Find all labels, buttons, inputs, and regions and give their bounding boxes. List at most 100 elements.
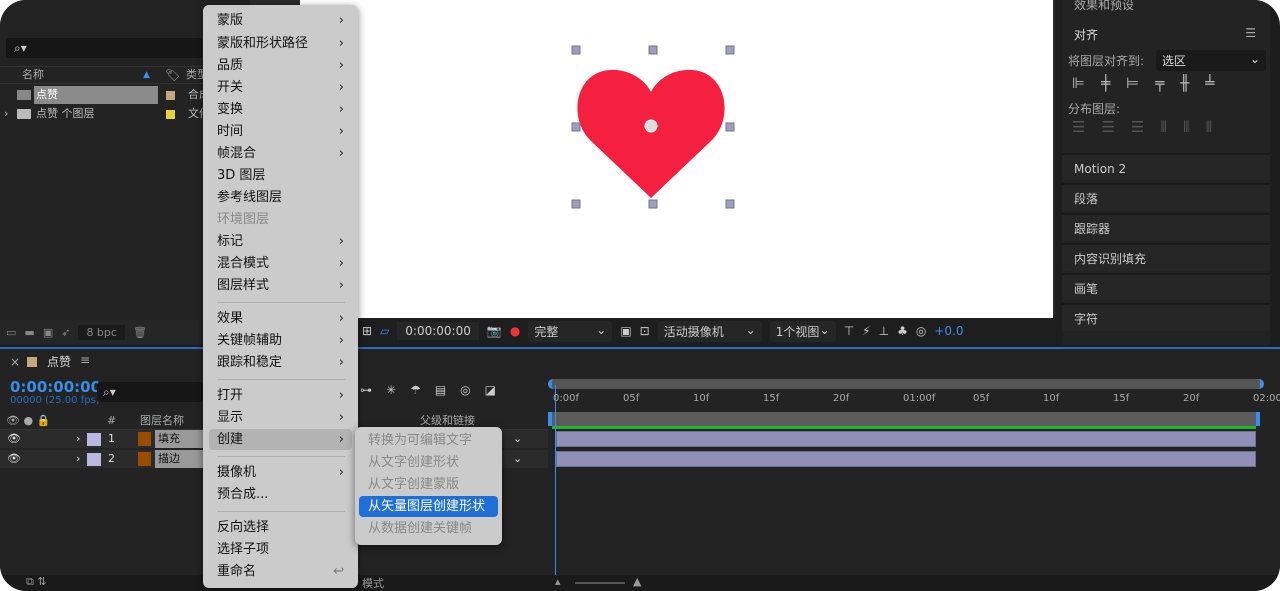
layer-name[interactable]: 填充 — [155, 430, 203, 448]
menu-item[interactable]: 混合模式 › — [209, 253, 352, 274]
menu-item[interactable]: 反向选择 — [209, 517, 352, 538]
panel-tracker[interactable]: 跟踪器 — [1062, 213, 1270, 241]
reset-exposure-icon[interactable]: ◎ — [916, 324, 926, 338]
graph-connect-icon[interactable]: ⊶ — [360, 383, 372, 397]
close-tab-icon[interactable]: × — [10, 355, 20, 369]
submenu-item[interactable]: 转换为可编辑文字 — [359, 430, 498, 451]
zoom-slider[interactable] — [575, 582, 625, 584]
render-icon[interactable]: ➶ — [61, 326, 70, 339]
distribute-top-icon[interactable]: ☰ — [1072, 118, 1085, 136]
zoom-out-icon[interactable]: ▴ — [555, 575, 561, 588]
snapshot-icon[interactable]: 📷 — [487, 324, 502, 338]
viewer-timecode[interactable]: 0:00:00:00 — [397, 322, 479, 340]
parent-dropdown-chevron[interactable]: ⌄ — [513, 430, 522, 448]
align-h-center-icon[interactable]: ╪ — [1101, 74, 1110, 92]
col-name[interactable]: 名称 — [22, 67, 44, 83]
safe-area-icon[interactable]: ⊡ — [640, 324, 650, 338]
menu-item[interactable]: 跟踪和稳定 › — [209, 352, 352, 373]
exposure-value[interactable]: +0.0 — [934, 324, 963, 338]
expand-chevron-icon[interactable]: › — [4, 105, 8, 123]
align-right-icon[interactable]: ⊨ — [1126, 74, 1139, 92]
mask-visibility-icon[interactable]: ▱ — [380, 324, 389, 338]
layer-name[interactable]: 描边 — [155, 450, 203, 468]
color-channels-icon[interactable]: ● — [510, 324, 520, 338]
heart-layer[interactable] — [300, 0, 1053, 318]
align-bottom-icon[interactable]: ╧ — [1205, 74, 1214, 92]
panel-brush[interactable]: 画笔 — [1062, 273, 1270, 301]
distribute-h-center-icon[interactable]: ⦀ — [1183, 118, 1190, 136]
panel-motion2[interactable]: Motion 2 — [1062, 153, 1270, 181]
menu-item[interactable]: 选择子项 — [209, 539, 352, 560]
timeline-search-input[interactable]: ⌕▾ — [97, 382, 203, 402]
camera-dropdown[interactable]: 活动摄像机 ⌄ — [657, 320, 762, 342]
submenu-item[interactable]: 从数据创建关键帧 — [359, 518, 498, 539]
parent-dropdown-chevron[interactable]: ⌄ — [513, 450, 522, 468]
expand-chevron-icon[interactable]: › — [76, 430, 80, 448]
menu-item[interactable]: 3D 图层 — [209, 165, 352, 186]
menu-item[interactable]: 帧混合 › — [209, 143, 352, 164]
menu-item[interactable]: 开关 › — [209, 77, 352, 98]
distribute-right-icon[interactable]: ⦀ — [1206, 118, 1213, 136]
label-swatch[interactable] — [87, 453, 101, 466]
distribute-v-center-icon[interactable]: ☰ — [1101, 118, 1114, 136]
work-area-bar[interactable] — [548, 412, 1260, 426]
distribute-left-icon[interactable]: ⦀ — [1160, 118, 1167, 136]
effects-presets-tab[interactable]: 效果和预设 — [1074, 0, 1134, 13]
layer-duration-bar[interactable] — [556, 451, 1256, 467]
flowchart-icon[interactable]: ♣ — [897, 324, 908, 338]
panel-menu-icon[interactable]: ☰ — [1245, 26, 1256, 40]
align-v-center-icon[interactable]: ╫ — [1180, 74, 1189, 92]
menu-item[interactable]: 变换 › — [209, 99, 352, 120]
submenu-item[interactable]: 从文字创建蒙版 — [359, 474, 498, 495]
motion-blur-icon[interactable]: ◎ — [460, 383, 470, 397]
toggle-modes-button[interactable]: 模式 — [362, 575, 384, 591]
align-left-icon[interactable]: ⊫ — [1072, 74, 1085, 92]
menu-item[interactable]: 时间 › — [209, 121, 352, 142]
transparency-grid-icon[interactable]: ▣ — [620, 324, 631, 338]
align-to-dropdown[interactable]: 选区 ⌄ — [1156, 50, 1266, 71]
menu-item[interactable]: 环境图层 — [209, 209, 352, 230]
col-layer-name[interactable]: 图层名称 — [140, 412, 184, 430]
resolution-dropdown[interactable]: 完整 ⌄ — [528, 320, 613, 342]
work-area-navigator[interactable] — [548, 379, 1264, 389]
draft-3d-icon[interactable]: ✳ — [386, 383, 396, 397]
project-search-input[interactable]: ⌕▾ — [6, 38, 202, 58]
graph-editor-icon[interactable]: ◪ — [485, 383, 496, 397]
fast-preview-icon[interactable]: ⚡ — [862, 324, 870, 338]
frame-blending-icon[interactable]: ▤ — [435, 383, 446, 397]
menu-item[interactable]: 显示 › — [209, 407, 352, 428]
panel-character[interactable]: 字符 — [1062, 303, 1270, 331]
visibility-eye-icon[interactable]: 👁 — [7, 450, 21, 468]
menu-item[interactable]: 蒙版 › — [209, 10, 352, 31]
menu-item[interactable]: 效果 › — [209, 308, 352, 329]
visibility-eye-icon[interactable]: 👁 — [7, 430, 21, 448]
region-of-interest-icon[interactable]: ⊞ — [362, 324, 372, 338]
new-folder-icon[interactable]: ▬ — [24, 326, 34, 339]
menu-item[interactable]: 创建 › — [209, 429, 352, 450]
zoom-in-icon[interactable]: ▲ — [633, 575, 641, 588]
menu-item[interactable]: 蒙版和形状路径 › — [209, 33, 352, 54]
comp-tab[interactable]: 点赞 — [47, 353, 71, 370]
panel-content-aware-fill[interactable]: 内容识别填充 — [1062, 243, 1270, 271]
menu-item[interactable]: 参考线图层 — [209, 187, 352, 208]
menu-item[interactable]: 标记 › — [209, 231, 352, 252]
menu-item[interactable]: 关键帧辅助 › — [209, 330, 352, 351]
trash-icon[interactable]: 🗑 — [133, 326, 147, 339]
pixel-aspect-icon[interactable]: ⊤ — [844, 324, 854, 338]
panel-paragraph[interactable]: 段落 — [1062, 183, 1270, 211]
menu-item[interactable]: 预合成... — [209, 484, 352, 505]
expand-chevron-icon[interactable]: › — [76, 450, 80, 468]
interpret-footage-icon[interactable]: ▭ — [6, 326, 16, 339]
label-swatch[interactable] — [87, 433, 101, 446]
new-composition-icon[interactable]: ▣ — [43, 326, 53, 339]
menu-item[interactable]: 重命名 ↩ — [209, 561, 352, 582]
align-top-icon[interactable]: ╤ — [1155, 74, 1164, 92]
distribute-bottom-icon[interactable]: ☰ — [1131, 118, 1144, 136]
timeline-icon[interactable]: ⊥ — [879, 324, 889, 338]
submenu-item[interactable]: 从文字创建形状 — [359, 452, 498, 473]
menu-item[interactable]: 品质 › — [209, 55, 352, 76]
menu-item[interactable]: 图层样式 › — [209, 275, 352, 296]
tab-menu-icon[interactable]: ≡ — [80, 353, 90, 367]
composition-canvas[interactable] — [300, 0, 1053, 318]
playhead[interactable] — [555, 385, 556, 577]
